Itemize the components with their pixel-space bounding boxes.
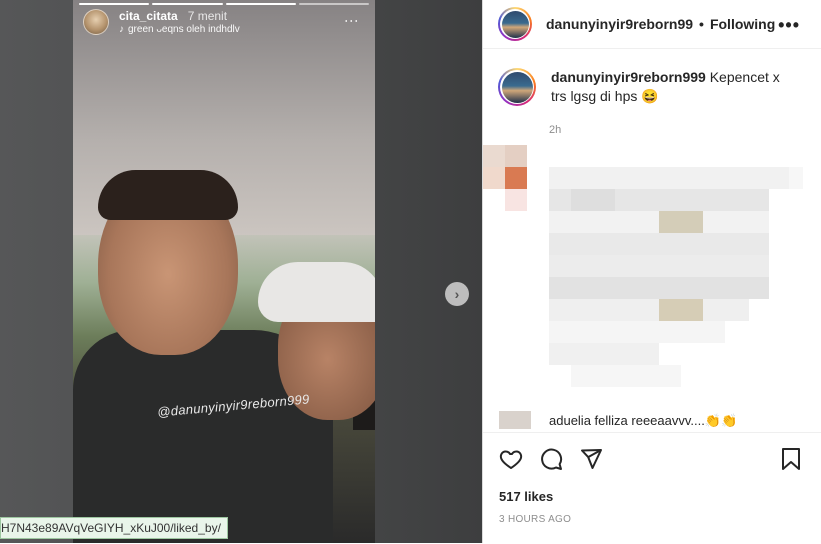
- likes-count[interactable]: 517 likes: [499, 489, 553, 504]
- music-icon: ♪: [119, 24, 124, 35]
- status-bar-url: H7N43e89AVqVeGIYH_xKuJ00/liked_by/: [0, 517, 228, 539]
- comment-peek-text: aduelia felliza reeeaavvv....👏👏: [549, 413, 738, 428]
- share-paper-plane-icon[interactable]: [579, 447, 603, 471]
- next-arrow-icon[interactable]: ›: [445, 282, 469, 306]
- story-media[interactable]: @danunyinyir9reborn999 cita_citata 7 meni…: [73, 0, 375, 543]
- header-avatar[interactable]: [498, 7, 532, 41]
- story-person-hair: [98, 170, 238, 220]
- caption-time: 2h: [549, 124, 562, 136]
- pixelated-comments: [483, 145, 821, 405]
- caption: danunyinyir9reborn999 Kepencet x trs lgs…: [498, 68, 786, 106]
- story-progress-bars: [79, 3, 369, 5]
- more-options-icon[interactable]: •••: [778, 15, 800, 36]
- save-bookmark-icon[interactable]: [780, 447, 802, 476]
- story-time: 7 menit: [187, 9, 228, 23]
- like-heart-icon[interactable]: [499, 447, 523, 471]
- post-actions: 517 likes 3 HOURS AGO: [483, 432, 821, 544]
- story-more-icon[interactable]: ⋮: [344, 14, 360, 28]
- story-viewer: @danunyinyir9reborn999 cita_citata 7 meni…: [0, 0, 482, 543]
- post-header: danunyinyir9reborn99 • Following •••: [483, 0, 821, 49]
- following-button[interactable]: Following: [710, 16, 775, 32]
- story-header: cita_citata 7 menit ♪ green ᴗeqns oleh ind…: [83, 9, 240, 37]
- story-music[interactable]: green ᴗeqns oleh indhdlv: [128, 24, 240, 35]
- story-person2-cap: [258, 262, 375, 322]
- comment-avatar[interactable]: [499, 411, 531, 429]
- story-avatar[interactable]: [83, 9, 109, 35]
- caption-username[interactable]: danunyinyir9reborn999: [551, 69, 706, 85]
- comment-bubble-icon[interactable]: [539, 447, 563, 471]
- comment-peek: aduelia felliza reeeaavvv....👏👏: [499, 411, 738, 429]
- header-username[interactable]: danunyinyir9reborn99: [546, 16, 693, 32]
- post-timestamp: 3 HOURS AGO: [499, 514, 572, 525]
- separator-dot: •: [699, 16, 704, 32]
- caption-avatar[interactable]: [498, 68, 536, 106]
- story-username[interactable]: cita_citata: [119, 9, 178, 23]
- post-panel: danunyinyir9reborn99 • Following ••• dan…: [482, 0, 821, 544]
